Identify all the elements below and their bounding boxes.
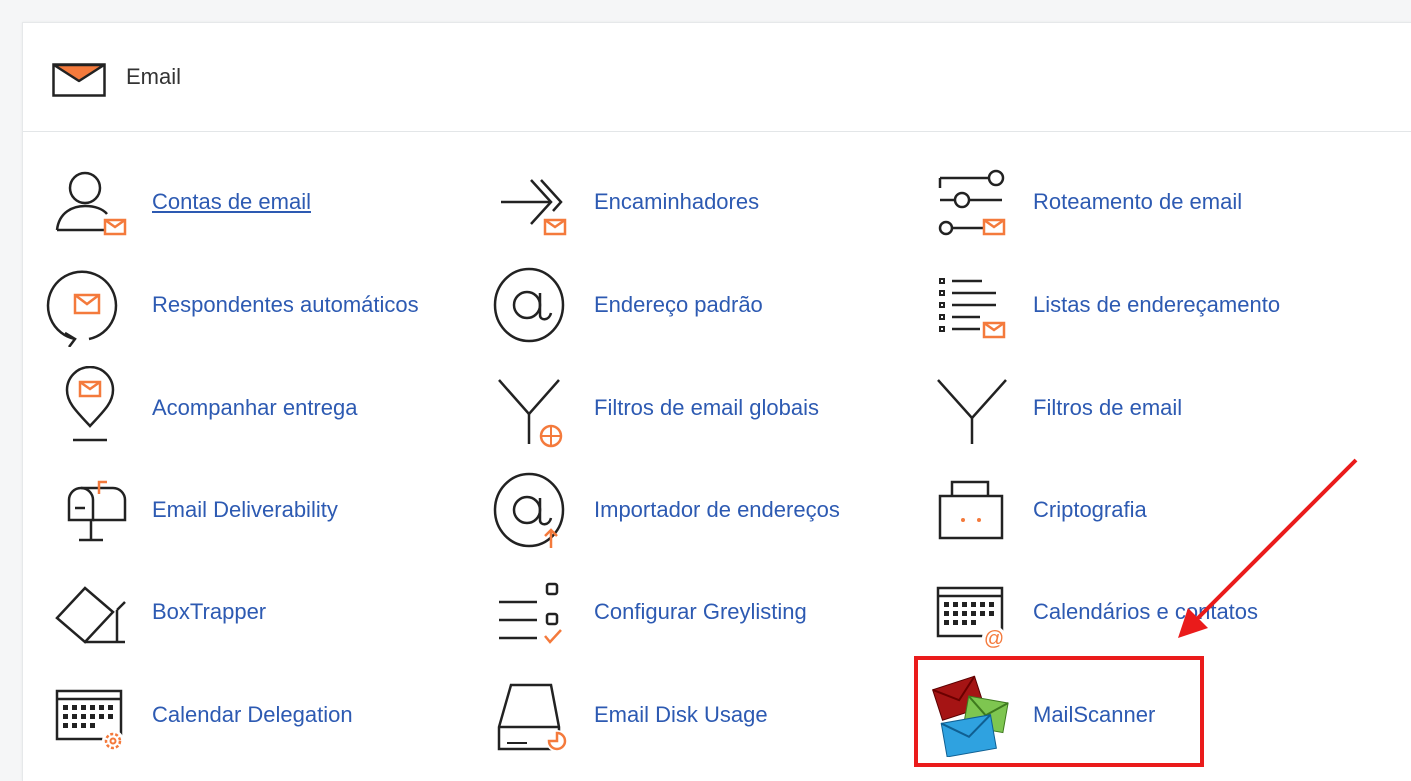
item-label[interactable]: Endereço padrão xyxy=(594,291,763,319)
item-label[interactable]: Filtros de email xyxy=(1033,394,1182,422)
item-label[interactable]: Criptografia xyxy=(1033,496,1147,524)
item-email-deliverability[interactable]: Email Deliverability xyxy=(45,468,415,552)
item-endereco-padrao[interactable]: Endereço padrão xyxy=(487,263,807,347)
boxtrapper-icon xyxy=(55,586,126,644)
item-filtros-de-email-globais[interactable]: Filtros de email globais xyxy=(487,366,867,450)
item-label[interactable]: Listas de endereçamento xyxy=(1033,291,1280,319)
item-label[interactable]: Respondentes automáticos xyxy=(152,291,419,319)
item-configurar-greylisting[interactable]: Configurar Greylisting xyxy=(487,570,867,654)
item-label[interactable]: Configurar Greylisting xyxy=(594,598,807,626)
item-filtros-de-email[interactable]: Filtros de email xyxy=(926,366,1246,450)
item-label[interactable]: Filtros de email globais xyxy=(594,394,819,422)
item-respondentes-automaticos[interactable]: Respondentes automáticos xyxy=(45,263,475,347)
global-email-filters-icon xyxy=(498,379,563,448)
email-accounts-icon xyxy=(55,171,127,236)
email-routing-icon xyxy=(938,169,1006,236)
item-boxtrapper[interactable]: BoxTrapper xyxy=(45,570,345,654)
item-calendar-delegation[interactable]: Calendar Delegation xyxy=(45,673,405,757)
item-label[interactable]: Importador de endereços xyxy=(594,496,840,524)
envelope-icon xyxy=(52,63,106,97)
item-label[interactable]: Contas de email xyxy=(152,188,311,216)
annotation-arrow-icon xyxy=(1178,458,1358,638)
item-label[interactable]: Email Disk Usage xyxy=(594,701,768,729)
autoresponders-icon xyxy=(46,270,118,347)
item-label[interactable]: BoxTrapper xyxy=(152,598,266,626)
item-roteamento-de-email[interactable]: Roteamento de email xyxy=(926,160,1286,244)
item-encaminhadores[interactable]: Encaminhadores xyxy=(487,160,807,244)
annotation-highlight-box xyxy=(914,656,1204,767)
item-importador-de-enderecos[interactable]: Importador de endereços xyxy=(487,468,907,552)
calendar-delegation-icon xyxy=(55,689,124,752)
svg-text:@: @ xyxy=(984,628,1004,650)
item-label[interactable]: Acompanhar entrega xyxy=(152,394,357,422)
mailing-lists-icon xyxy=(939,278,1006,339)
section-title: Email xyxy=(126,64,182,89)
encryption-icon xyxy=(938,480,1004,540)
item-label[interactable]: Email Deliverability xyxy=(152,496,338,524)
mailbox-icon xyxy=(67,480,127,542)
email-filters-icon xyxy=(937,379,1007,444)
item-contas-de-email[interactable]: Contas de email xyxy=(45,160,345,244)
forwarders-icon xyxy=(501,179,567,236)
address-importer-icon xyxy=(493,472,565,548)
disk-usage-icon xyxy=(497,683,568,752)
item-label[interactable]: Encaminhadores xyxy=(594,188,759,216)
panel-header[interactable]: Email xyxy=(23,23,1411,132)
item-acompanhar-entrega[interactable]: Acompanhar entrega xyxy=(45,366,415,450)
item-label[interactable]: Calendar Delegation xyxy=(152,701,353,729)
calendars-contacts-icon: @ xyxy=(936,586,1006,650)
default-address-icon xyxy=(493,267,565,343)
item-listas-de-enderecamento[interactable]: Listas de endereçamento xyxy=(926,263,1346,347)
item-email-disk-usage[interactable]: Email Disk Usage xyxy=(487,673,847,757)
greylisting-icon xyxy=(499,582,562,644)
item-label[interactable]: Roteamento de email xyxy=(1033,188,1242,216)
track-delivery-icon xyxy=(65,366,115,442)
